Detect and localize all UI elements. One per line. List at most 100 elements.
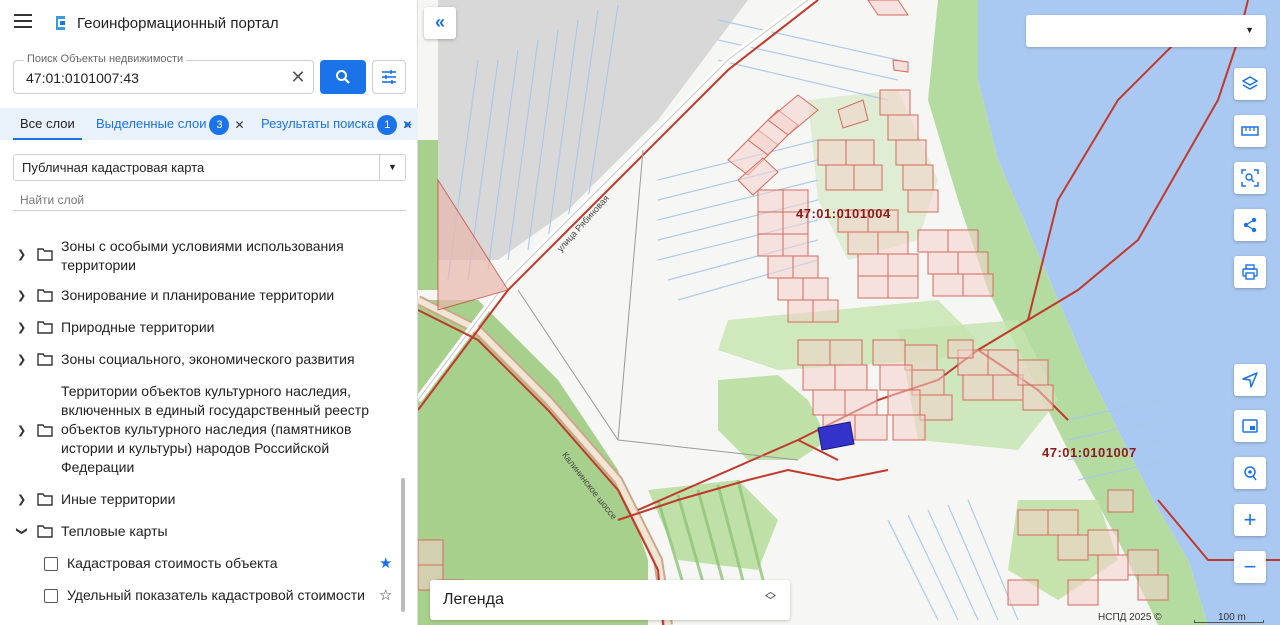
tabs-bar: Все слои Выделенные слои 3 ✕ Результаты по… (0, 108, 418, 140)
select-area-icon (1241, 169, 1259, 187)
tab-label: Все слои (20, 116, 75, 131)
folder-icon (37, 493, 53, 506)
navigation-button[interactable] (1234, 364, 1266, 396)
menu-icon[interactable] (14, 14, 32, 30)
portal-logo-icon (56, 16, 65, 30)
clear-icon[interactable]: ✕ (289, 68, 307, 86)
search-button[interactable] (320, 60, 366, 94)
basemap-select[interactable]: ▼ (1026, 15, 1266, 47)
tree-item-label: Зоны социального, экономического развити… (61, 351, 355, 367)
layer-set-value: Публичная кадастровая карта (22, 160, 205, 175)
minimap-button[interactable] (1234, 410, 1266, 442)
layer-checkbox-row[interactable]: Удельный показатель кадастровой стоимост… (0, 586, 400, 606)
filter-icon (382, 70, 396, 84)
chevron-right-icon[interactable]: ❯ (17, 493, 27, 506)
folder-icon (37, 248, 53, 261)
tree-item[interactable]: ❯ Зоны социального, экономического разви… (0, 350, 400, 370)
app: Геоинформационный портал Поиск Объекты н… (0, 0, 1280, 625)
legend-title: Легенда (443, 591, 504, 608)
navigation-icon (1242, 372, 1258, 388)
minus-icon: − (1243, 554, 1257, 579)
share-button[interactable] (1234, 209, 1266, 241)
folder-icon (37, 321, 53, 334)
star-outline-icon[interactable]: ☆ (379, 586, 392, 604)
print-icon (1242, 264, 1258, 280)
chevron-right-icon[interactable]: ❯ (17, 248, 27, 261)
tab-all-layers[interactable]: Все слои (13, 108, 82, 140)
geolocate-button[interactable] (1234, 457, 1266, 489)
layer-checkbox-row[interactable]: Кадастровая стоимость объекта ★ (0, 554, 400, 574)
chevron-down-icon: ▼ (379, 155, 405, 180)
chevron-down-icon: ▼ (1245, 25, 1254, 35)
tree-item-label: Природные территории (61, 319, 215, 335)
ruler-button[interactable] (1234, 115, 1266, 147)
tree-item-label: Зоны с особыми условиями использования т… (61, 238, 344, 273)
tree-item[interactable]: ❯ Тепловые карты (0, 522, 400, 542)
tree-item[interactable]: ❯ Зоны с особыми условиями использования… (0, 236, 400, 276)
map-attribution: НСПД 2025 © (1098, 612, 1162, 623)
folder-icon (37, 424, 53, 437)
header: Геоинформационный портал (0, 0, 418, 46)
tab-badge: 1 (377, 114, 398, 135)
map[interactable]: 47:01:0101004 47:01:0101007 Калининское … (418, 0, 1280, 625)
chevron-up-down-icon[interactable]: ︿ ﹀ (765, 587, 776, 607)
sidebar: Геоинформационный портал Поиск Объекты н… (0, 0, 418, 625)
zoom-out-button[interactable]: − (1234, 551, 1266, 583)
chevron-right-icon[interactable]: ❯ (17, 321, 27, 334)
checkbox[interactable] (44, 589, 58, 603)
tree-item[interactable]: ❯ Природные территории (0, 318, 400, 338)
search-icon (336, 70, 350, 84)
chevron-down-icon[interactable]: ❯ (16, 527, 29, 537)
tab-selected-layers[interactable]: Выделенные слои 3 ✕ (96, 108, 245, 140)
close-icon[interactable]: ✕ (234, 109, 244, 141)
share-icon (1243, 217, 1257, 233)
geolocate-icon (1244, 466, 1257, 481)
quarter-label: 47:01:0101004 (796, 206, 891, 221)
scale-bar (1194, 620, 1264, 623)
layers-icon (1242, 76, 1258, 90)
filter-button[interactable] (372, 60, 406, 94)
tab-badge: 3 (209, 114, 230, 135)
chevron-right-icon[interactable]: ❯ (17, 289, 27, 302)
chevron-right-icon[interactable]: ❯ (17, 424, 27, 437)
folder-icon (37, 353, 53, 366)
search-box: Поиск Объекты недвижимости ✕ (13, 53, 314, 94)
map-canvas[interactable] (418, 0, 1280, 625)
tab-label: Выделенные слои (96, 116, 207, 131)
star-filled-icon[interactable]: ★ (379, 554, 392, 572)
legend-panel[interactable]: Легенда ︿ ﹀ (430, 580, 790, 620)
app-title: Геоинформационный портал (77, 15, 279, 32)
folder-icon (37, 525, 53, 538)
sidebar-scrollbar[interactable] (401, 478, 405, 612)
tree-item[interactable]: ❯ Иные территории (0, 490, 400, 510)
folder-icon (37, 289, 53, 302)
double-chevron-left-icon: « (434, 12, 445, 32)
print-button[interactable] (1234, 256, 1266, 288)
tree-item-label: Зонирование и планирование территории (61, 287, 335, 303)
tree-item-label: Территории объектов культурного наследия… (61, 383, 370, 475)
checkbox-label: Удельный показатель кадастровой стоимост… (67, 587, 365, 603)
chevron-right-icon[interactable]: ❯ (17, 353, 27, 366)
checkbox-label: Кадастровая стоимость объекта (67, 555, 278, 571)
zoom-in-button[interactable]: + (1234, 504, 1266, 536)
ruler-icon (1241, 126, 1259, 136)
checkbox[interactable] (44, 557, 58, 571)
tabs-scroll-right-icon[interactable]: ▶ (405, 108, 412, 140)
plus-icon: + (1243, 507, 1257, 532)
quarter-label: 47:01:0101007 (1042, 445, 1137, 460)
layer-set-select[interactable]: Публичная кадастровая карта ▼ (13, 154, 406, 181)
tree-item-label: Тепловые карты (61, 523, 168, 539)
tree-item[interactable]: ❯ Зонирование и планирование территории (0, 286, 400, 306)
minimap-icon (1242, 419, 1258, 433)
tab-label: Результаты поиска (261, 116, 375, 131)
collapse-sidebar-button[interactable]: « (424, 7, 456, 39)
find-layer-input[interactable] (13, 189, 406, 211)
tree-item[interactable]: ❯ Территории объектов культурного наслед… (0, 382, 400, 478)
search-input[interactable] (26, 69, 286, 87)
layer-tree: ❯ Зоны с особыми условиями использования… (0, 222, 400, 625)
select-area-button[interactable] (1234, 162, 1266, 194)
tree-item-label: Иные территории (61, 491, 176, 507)
layers-button[interactable] (1234, 68, 1266, 100)
tab-search-results[interactable]: Результаты поиска 1 ✕ (261, 108, 412, 140)
search-label: Поиск Объекты недвижимости (24, 53, 187, 65)
